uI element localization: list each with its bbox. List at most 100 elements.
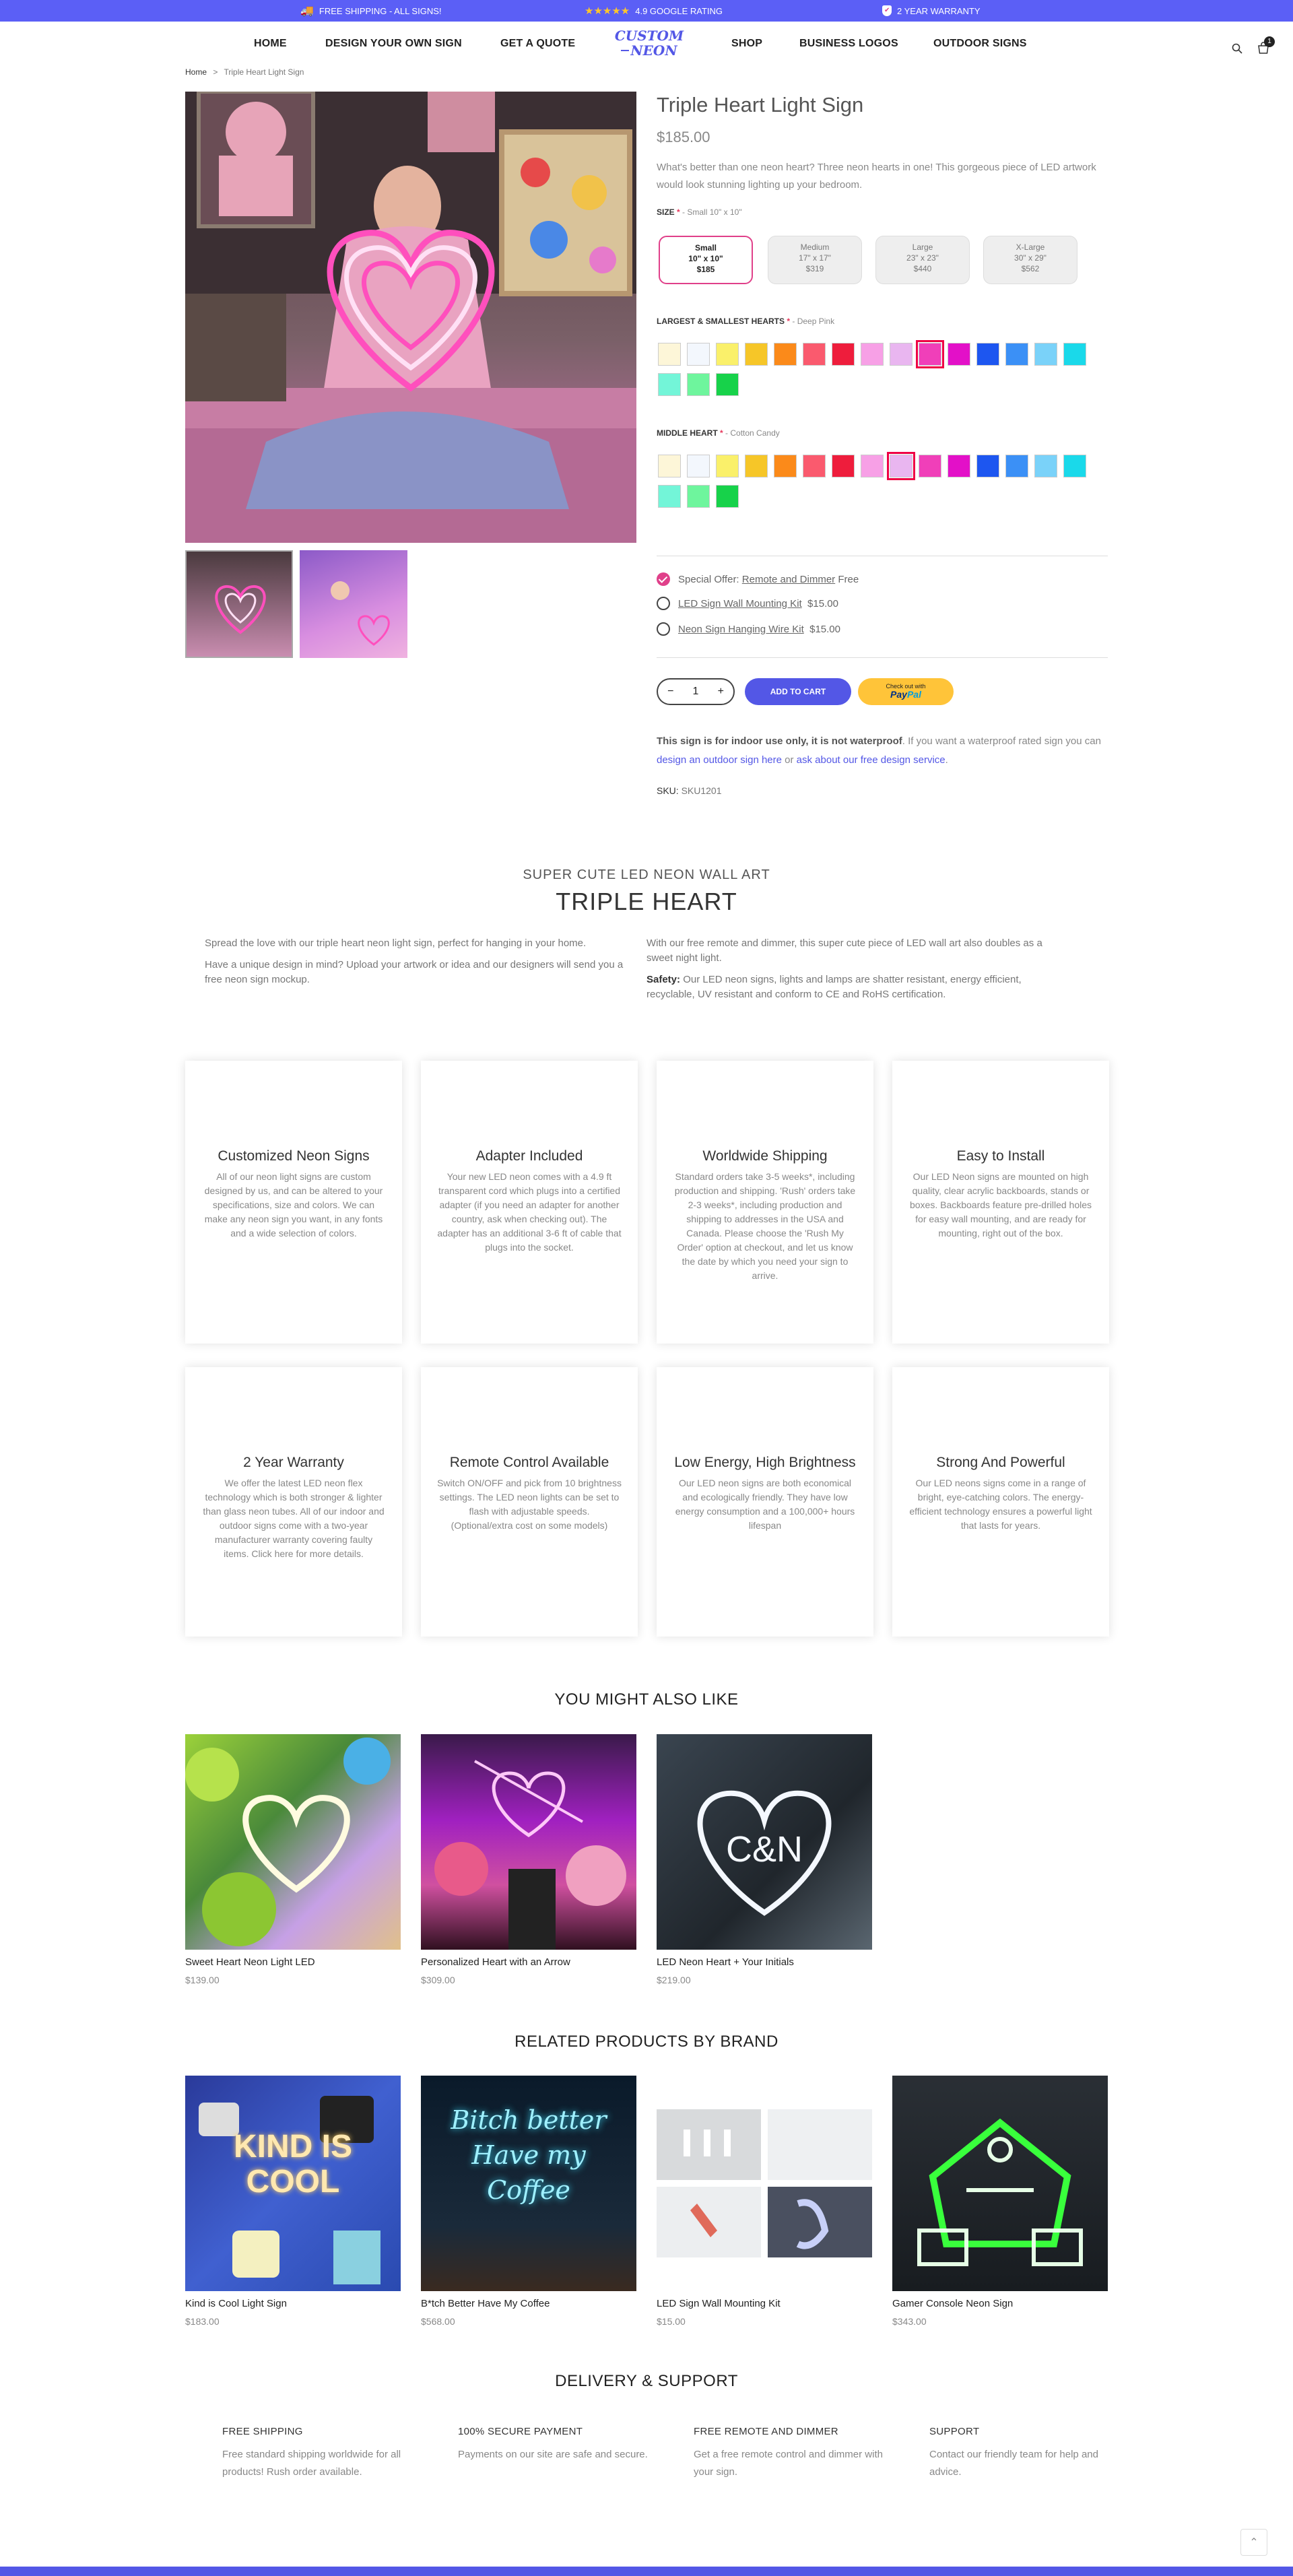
color-swatch[interactable] <box>774 343 797 366</box>
remote-dimmer-link[interactable]: Remote and Dimmer <box>742 574 835 585</box>
radio-icon[interactable] <box>657 622 670 636</box>
color-swatch[interactable] <box>716 485 739 508</box>
product-name[interactable]: Sweet Heart Neon Light LED <box>185 1956 401 1968</box>
color-swatch[interactable] <box>948 343 970 366</box>
color-swatch[interactable] <box>890 343 913 366</box>
feature-card: Remote Control Available Switch ON/OFF an… <box>421 1367 638 1637</box>
color-swatch[interactable] <box>774 455 797 477</box>
color-swatch[interactable] <box>861 455 884 477</box>
product-image[interactable] <box>185 1734 401 1950</box>
color-swatch[interactable] <box>1005 455 1028 477</box>
color-swatch[interactable] <box>919 455 941 477</box>
nav-shop[interactable]: SHOP <box>731 38 762 50</box>
color-swatch[interactable] <box>745 455 768 477</box>
product-card[interactable]: C&N LED Neon Heart + Your Initials $219.… <box>657 1734 872 1985</box>
increase-button[interactable]: + <box>718 686 724 698</box>
product-main-image[interactable] <box>185 92 636 543</box>
product-name[interactable]: Gamer Console Neon Sign <box>892 2298 1108 2309</box>
checked-icon[interactable] <box>657 572 670 586</box>
addon-hanging-wire-kit[interactable]: Neon Sign Hanging Wire Kit $15.00 <box>657 622 840 636</box>
color-swatch[interactable] <box>1063 343 1086 366</box>
color-swatch[interactable] <box>861 343 884 366</box>
product-card[interactable]: KIND IS COOL Kind is Cool Light Sign $18… <box>185 2076 401 2327</box>
product-name[interactable]: B*tch Better Have My Coffee <box>421 2298 636 2309</box>
size-option-small[interactable]: Small 10" x 10" $185 <box>659 236 753 284</box>
feature-card: 2 Year Warranty We offer the latest LED n… <box>185 1367 402 1637</box>
product-card[interactable]: Gamer Console Neon Sign $343.00 <box>892 2076 1108 2327</box>
product-image[interactable] <box>892 2076 1108 2291</box>
warranty-text: 2 YEAR WARRANTY <box>897 5 981 16</box>
nav-home[interactable]: HOME <box>254 38 287 50</box>
size-option-large[interactable]: Large 23" x 23" $440 <box>875 236 970 284</box>
product-card[interactable]: Personalized Heart with an Arrow $309.00 <box>421 1734 636 1985</box>
size-option-medium[interactable]: Medium 17" x 17" $319 <box>768 236 862 284</box>
wall-mounting-kit-link[interactable]: LED Sign Wall Mounting Kit <box>678 598 802 609</box>
product-card[interactable]: Sweet Heart Neon Light LED $139.00 <box>185 1734 401 1985</box>
free-design-service-link[interactable]: ask about our free design service <box>797 754 946 766</box>
rating-text: 4.9 GOOGLE RATING <box>635 5 723 16</box>
cart-icon[interactable]: 1 <box>1257 36 1275 55</box>
color-swatch[interactable] <box>1063 455 1086 477</box>
decrease-button[interactable]: − <box>667 686 673 698</box>
product-image[interactable]: Bitch better Have my Coffee <box>421 2076 636 2291</box>
quantity-value[interactable]: 1 <box>693 686 699 698</box>
color-swatch[interactable] <box>658 485 681 508</box>
nav-outdoor-signs[interactable]: OUTDOOR SIGNS <box>933 38 1027 50</box>
add-to-cart-button[interactable]: ADD TO CART <box>745 678 851 705</box>
color-swatch[interactable] <box>687 485 710 508</box>
color-swatch[interactable] <box>687 373 710 396</box>
sign-text: KIND IS COOL <box>233 2129 352 2200</box>
hanging-wire-kit-link[interactable]: Neon Sign Hanging Wire Kit <box>678 624 804 635</box>
color-swatch[interactable] <box>745 343 768 366</box>
color-swatch[interactable] <box>803 343 826 366</box>
product-name[interactable]: LED Sign Wall Mounting Kit <box>657 2298 872 2309</box>
paypal-checkout-button[interactable]: Check out with PayPal <box>858 678 954 705</box>
color-swatch[interactable] <box>658 455 681 477</box>
outdoor-sign-link[interactable]: design an outdoor sign here <box>657 754 782 766</box>
color-swatch[interactable] <box>887 452 915 480</box>
color-swatch[interactable] <box>658 373 681 396</box>
color-swatch[interactable] <box>716 373 739 396</box>
color-swatch[interactable] <box>1034 343 1057 366</box>
color-swatch[interactable] <box>1005 343 1028 366</box>
color-swatch[interactable] <box>687 455 710 477</box>
color-swatch[interactable] <box>976 343 999 366</box>
color-swatch[interactable] <box>832 455 855 477</box>
product-name[interactable]: Personalized Heart with an Arrow <box>421 1956 636 1968</box>
color-swatch[interactable] <box>1034 455 1057 477</box>
color-swatch[interactable] <box>948 455 970 477</box>
product-image[interactable]: C&N <box>657 1734 872 1950</box>
color-swatch[interactable] <box>658 343 681 366</box>
nav-get-a-quote[interactable]: GET A QUOTE <box>500 38 575 50</box>
color-swatch[interactable] <box>803 455 826 477</box>
product-card[interactable]: Bitch better Have my Coffee B*tch Better… <box>421 2076 636 2327</box>
size-label: SIZE * - Small 10" x 10" <box>657 207 742 217</box>
breadcrumb-home[interactable]: Home <box>185 67 207 77</box>
product-image[interactable]: KIND IS COOL <box>185 2076 401 2291</box>
product-name[interactable]: LED Neon Heart + Your Initials <box>657 1956 872 1968</box>
color-swatch[interactable] <box>716 455 739 477</box>
product-price: $15.00 <box>657 2316 686 2327</box>
color-swatch[interactable] <box>916 340 944 368</box>
product-image[interactable] <box>657 2076 872 2291</box>
color-swatch[interactable] <box>832 343 855 366</box>
feature-card: Customized Neon Signs All of our neon lig… <box>185 1061 402 1344</box>
nav-business-logos[interactable]: BUSINESS LOGOS <box>799 38 898 50</box>
search-icon[interactable] <box>1232 43 1242 54</box>
back-to-top-button[interactable]: ⌃ <box>1240 2529 1267 2556</box>
color-swatch[interactable] <box>716 343 739 366</box>
product-thumbnail-1[interactable] <box>185 550 293 658</box>
nav-design-your-own-sign[interactable]: DESIGN YOUR OWN SIGN <box>325 38 462 50</box>
special-offer-option[interactable]: Special Offer: Remote and Dimmer Free <box>657 572 859 586</box>
product-title: Triple Heart Light Sign <box>657 93 864 117</box>
product-image[interactable] <box>421 1734 636 1950</box>
color-swatch[interactable] <box>976 455 999 477</box>
radio-icon[interactable] <box>657 597 670 610</box>
addon-wall-mounting-kit[interactable]: LED Sign Wall Mounting Kit $15.00 <box>657 597 838 610</box>
product-thumbnail-2[interactable] <box>300 550 407 658</box>
site-logo[interactable]: CUSTOM NEON <box>605 28 694 63</box>
color-swatch[interactable] <box>687 343 710 366</box>
size-option-x-large[interactable]: X-Large 30" x 29" $562 <box>983 236 1078 284</box>
product-card[interactable]: LED Sign Wall Mounting Kit $15.00 <box>657 2076 872 2327</box>
product-name[interactable]: Kind is Cool Light Sign <box>185 2298 401 2309</box>
